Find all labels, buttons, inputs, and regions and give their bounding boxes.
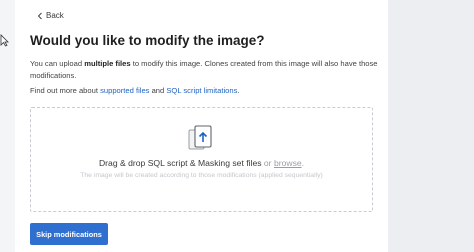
supported-files-link[interactable]: supported files: [100, 86, 149, 95]
sql-script-limitations-link[interactable]: SQL script limitations: [166, 86, 237, 95]
chevron-left-icon: [37, 12, 42, 19]
file-dropzone[interactable]: Drag & drop SQL script & Masking set fil…: [30, 107, 373, 212]
browse-link[interactable]: browse: [274, 158, 302, 168]
description-text: You can upload multiple files to modify …: [30, 59, 378, 80]
mouse-cursor-icon: [0, 34, 9, 47]
back-link[interactable]: Back: [37, 11, 64, 20]
dropzone-hint: The image will be created according to t…: [80, 172, 323, 179]
page-background-edge: [388, 0, 474, 252]
back-label: Back: [46, 11, 64, 20]
skip-modifications-button[interactable]: Skip modifications: [30, 223, 108, 245]
dropzone-instructions: Drag & drop SQL script & Masking set fil…: [98, 158, 305, 168]
description-emphasis: multiple files: [84, 59, 131, 68]
page-title: Would you like to modify the image?: [30, 33, 265, 48]
find-out-more-text: Find out more about supported files and …: [30, 86, 240, 95]
file-upload-icon: [188, 125, 212, 150]
